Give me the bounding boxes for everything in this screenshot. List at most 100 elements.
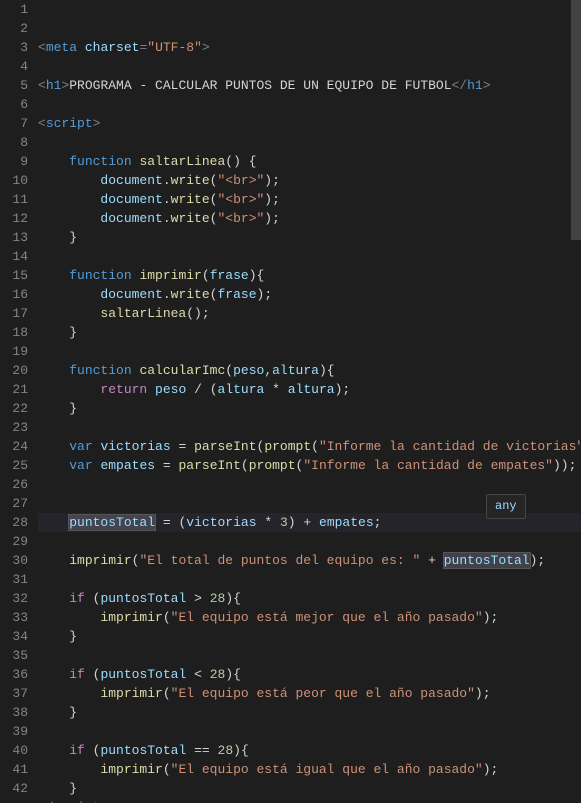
code-line[interactable]: document.write("<br>"); (38, 190, 581, 209)
code-line[interactable]: if (puntosTotal < 28){ (38, 665, 581, 684)
code-line[interactable]: imprimir("El equipo está mejor que el añ… (38, 608, 581, 627)
code-line[interactable]: saltarLinea(); (38, 304, 581, 323)
line-number: 40 (6, 741, 28, 760)
code-line[interactable]: } (38, 627, 581, 646)
token-txt: ; (202, 306, 210, 321)
token-fn: saltarLinea (100, 306, 186, 321)
token-punct: > (93, 116, 101, 131)
line-number: 4 (6, 57, 28, 76)
code-line[interactable]: <h1>PROGRAMA - CALCULAR PUNTOS DE UN EQU… (38, 76, 581, 95)
token-brace: ( (202, 268, 210, 283)
code-line[interactable] (38, 475, 581, 494)
line-number: 7 (6, 114, 28, 133)
code-line[interactable]: } (38, 399, 581, 418)
code-line[interactable] (38, 57, 581, 76)
token-txt (38, 154, 69, 169)
token-fn: calcularImc (139, 363, 225, 378)
token-tag: meta (46, 40, 77, 55)
token-var: victorias (186, 515, 256, 530)
code-line[interactable] (38, 570, 581, 589)
token-kw: function (69, 268, 131, 283)
token-var: puntosTotal (100, 591, 186, 606)
code-line[interactable]: <script> (38, 114, 581, 133)
code-line[interactable]: function saltarLinea() { (38, 152, 581, 171)
code-line[interactable] (38, 95, 581, 114)
token-txt (38, 173, 100, 188)
code-line[interactable]: } (38, 779, 581, 798)
code-line[interactable]: <meta charset="UTF-8"> (38, 38, 581, 57)
code-line[interactable]: if (puntosTotal == 28){ (38, 741, 581, 760)
code-line[interactable]: } (38, 323, 581, 342)
token-str: "<br>" (217, 192, 264, 207)
code-line[interactable]: var empates = parseInt(prompt("Informe l… (38, 456, 581, 475)
line-number: 27 (6, 494, 28, 513)
token-brace: )) (553, 458, 569, 473)
line-number: 12 (6, 209, 28, 228)
token-txt (155, 458, 163, 473)
scrollbar-thumb[interactable] (571, 0, 581, 240)
token-txt: . (163, 192, 171, 207)
code-line[interactable] (38, 722, 581, 741)
token-brace: { (233, 667, 241, 682)
code-editor[interactable]: 1234567891011121314151617181920212223242… (0, 0, 581, 803)
token-punct: > (202, 40, 210, 55)
code-area[interactable]: <meta charset="UTF-8"> <h1>PROGRAMA - CAL… (38, 0, 581, 803)
token-txt (38, 192, 100, 207)
code-line[interactable]: document.write("<br>"); (38, 209, 581, 228)
code-line[interactable]: return peso / (altura * altura); (38, 380, 581, 399)
code-line[interactable]: imprimir("El equipo está peor que el año… (38, 684, 581, 703)
token-op: / (194, 382, 202, 397)
code-line[interactable]: var victorias = parseInt(prompt("Informe… (38, 437, 581, 456)
line-number: 14 (6, 247, 28, 266)
token-txt: ; (491, 762, 499, 777)
token-fn: saltarLinea (139, 154, 225, 169)
token-txt (280, 382, 288, 397)
token-op: + (428, 553, 436, 568)
token-var: document (100, 211, 162, 226)
code-line[interactable]: } (38, 228, 581, 247)
token-kw2: if (69, 743, 85, 758)
code-line[interactable] (38, 532, 581, 551)
code-line[interactable] (38, 247, 581, 266)
token-brace: { (327, 363, 335, 378)
token-txt (186, 743, 194, 758)
token-str: "UTF-8" (147, 40, 202, 55)
line-number: 31 (6, 570, 28, 589)
code-line[interactable] (38, 418, 581, 437)
code-line[interactable]: </script> (38, 798, 581, 803)
token-var: victorias (100, 439, 170, 454)
code-line[interactable] (38, 342, 581, 361)
token-txt (38, 439, 69, 454)
token-var: empates (319, 515, 374, 530)
token-brace: ( (163, 610, 171, 625)
token-brace: ( (163, 762, 171, 777)
line-number: 17 (6, 304, 28, 323)
code-line[interactable]: document.write("<br>"); (38, 171, 581, 190)
token-txt (38, 553, 69, 568)
vertical-scrollbar[interactable] (571, 0, 581, 803)
token-fn: write (171, 192, 210, 207)
token-var: altura (288, 382, 335, 397)
code-line[interactable]: imprimir("El equipo está igual que el añ… (38, 760, 581, 779)
token-num: 28 (210, 667, 226, 682)
token-txt (85, 591, 93, 606)
token-str: "El equipo está igual que el año pasado" (171, 762, 483, 777)
code-line[interactable]: function calcularImc(peso,altura){ (38, 361, 581, 380)
token-var: document (100, 287, 162, 302)
token-brace: ) (475, 686, 483, 701)
token-punct: < (38, 116, 46, 131)
code-line[interactable]: imprimir("El total de puntos del equipo … (38, 551, 581, 570)
token-var: puntosTotal (69, 515, 155, 530)
token-txt (77, 40, 85, 55)
code-line[interactable]: document.write(frase); (38, 285, 581, 304)
token-brace: } (69, 401, 77, 416)
token-brace: } (69, 325, 77, 340)
token-var: peso (233, 363, 264, 378)
code-line[interactable] (38, 646, 581, 665)
code-line[interactable]: } (38, 703, 581, 722)
code-line[interactable] (38, 133, 581, 152)
code-line[interactable]: if (puntosTotal > 28){ (38, 589, 581, 608)
token-txt: PROGRAMA - CALCULAR PUNTOS DE UN EQUIPO … (69, 78, 451, 93)
code-line[interactable]: function imprimir(frase){ (38, 266, 581, 285)
token-var: puntosTotal (100, 743, 186, 758)
